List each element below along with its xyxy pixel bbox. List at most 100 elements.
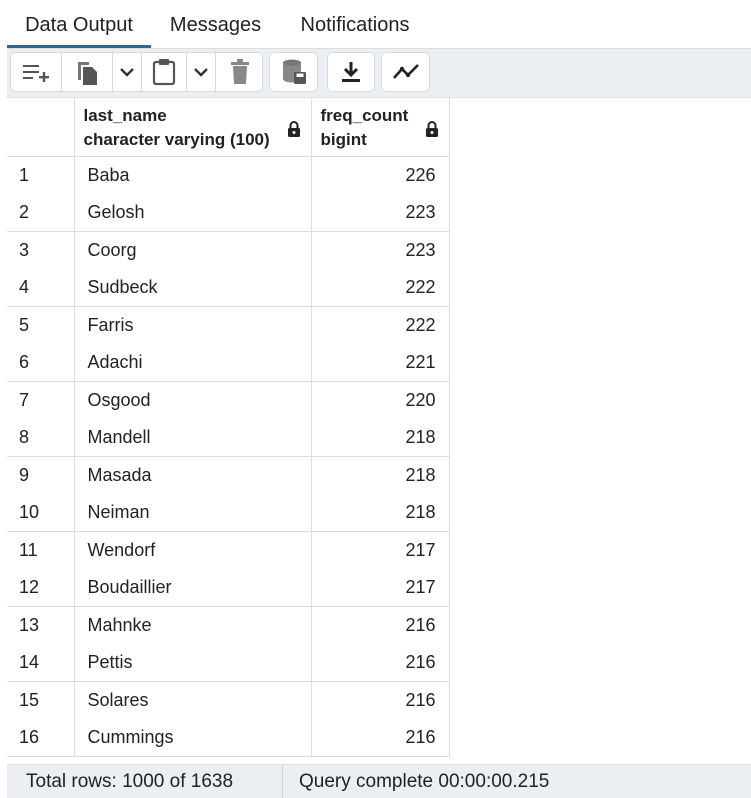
total-rows-text: Total rows: 1000 of 1638 [26, 771, 234, 792]
row-number-cell[interactable]: 13 [7, 606, 75, 644]
row-number-cell[interactable]: 3 [7, 231, 75, 269]
freq-count-cell[interactable]: 218 [311, 456, 450, 494]
row-number-cell[interactable]: 6 [7, 343, 75, 382]
paste-button[interactable] [142, 53, 186, 91]
column-name: freq_count [320, 106, 409, 125]
query-status-text: Query complete 00:00:00.215 [299, 771, 550, 792]
table-row[interactable]: 9 Masada 218 [7, 456, 450, 494]
column-header-freq-count[interactable]: freq_count bigint [311, 98, 450, 157]
status-bar: Total rows: 1000 of 1638 Query complete … [7, 764, 751, 798]
result-table: last_name character varying (100) freq_c… [7, 98, 450, 757]
table-row[interactable]: 11 Wendorf 217 [7, 531, 450, 569]
freq-count-cell[interactable]: 216 [311, 718, 450, 757]
column-type: bigint [320, 130, 367, 149]
freq-count-cell[interactable]: 216 [311, 681, 450, 719]
last-name-cell[interactable]: Solares [74, 681, 312, 719]
copy-button[interactable] [62, 53, 112, 91]
tab-notifications[interactable]: Notifications [287, 0, 423, 48]
chevron-down-icon [120, 68, 134, 77]
freq-count-cell[interactable]: 216 [311, 606, 450, 644]
last-name-cell[interactable]: Adachi [74, 343, 312, 382]
table-row[interactable]: 1 Baba 226 [7, 156, 450, 194]
tab-messages[interactable]: Messages [157, 0, 274, 48]
download-button[interactable] [327, 52, 375, 92]
row-number-cell[interactable]: 1 [7, 156, 75, 194]
row-number-cell[interactable]: 5 [7, 306, 75, 344]
last-name-cell[interactable]: Mandell [74, 418, 312, 457]
freq-count-cell[interactable]: 222 [311, 306, 450, 344]
table-row[interactable]: 8 Mandell 218 [7, 418, 450, 457]
table-row[interactable]: 15 Solares 216 [7, 681, 450, 719]
freq-count-cell[interactable]: 221 [311, 343, 450, 382]
freq-count-cell[interactable]: 218 [311, 418, 450, 457]
save-data-icon [282, 59, 306, 84]
graph-visualiser-button[interactable] [381, 52, 430, 92]
freq-count-cell[interactable]: 216 [311, 643, 450, 682]
data-toolbar [7, 49, 751, 98]
freq-count-cell[interactable]: 226 [311, 156, 450, 194]
table-row[interactable]: 13 Mahnke 216 [7, 606, 450, 644]
last-name-cell[interactable]: Coorg [74, 231, 312, 269]
freq-count-cell[interactable]: 217 [311, 531, 450, 569]
row-number-cell[interactable]: 15 [7, 681, 75, 719]
add-row-button[interactable] [11, 53, 61, 91]
freq-count-cell[interactable]: 218 [311, 493, 450, 532]
table-row[interactable]: 5 Farris 222 [7, 306, 450, 344]
freq-count-cell[interactable]: 223 [311, 193, 450, 232]
column-header-last-name[interactable]: last_name character varying (100) [74, 98, 312, 157]
table-row[interactable]: 4 Sudbeck 222 [7, 268, 450, 307]
delete-button[interactable] [216, 53, 263, 91]
last-name-cell[interactable]: Gelosh [74, 193, 312, 232]
last-name-cell[interactable]: Pettis [74, 643, 312, 682]
last-name-cell[interactable]: Mahnke [74, 606, 312, 644]
freq-count-cell[interactable]: 220 [311, 381, 450, 419]
copy-icon [78, 62, 97, 85]
table-row[interactable]: 12 Boudaillier 217 [7, 568, 450, 607]
last-name-cell[interactable]: Boudaillier [74, 568, 312, 607]
column-name: last_name [83, 106, 167, 125]
column-type: character varying (100) [83, 130, 270, 149]
row-number-cell[interactable]: 12 [7, 568, 75, 607]
tab-data-output[interactable]: Data Output [7, 0, 151, 48]
row-number-cell[interactable]: 14 [7, 643, 75, 682]
table-row[interactable]: 10 Neiman 218 [7, 493, 450, 532]
save-data-button[interactable] [269, 52, 318, 92]
last-name-cell[interactable]: Osgood [74, 381, 312, 419]
lock-icon [425, 121, 438, 137]
row-number-cell[interactable]: 7 [7, 381, 75, 419]
row-number-cell[interactable]: 10 [7, 493, 75, 532]
lock-icon [287, 121, 300, 137]
copy-options-dropdown[interactable] [113, 53, 141, 91]
result-tabs: Data Output Messages Notifications [7, 0, 751, 49]
chevron-down-icon [194, 68, 208, 77]
row-number-header [7, 98, 75, 157]
row-number-cell[interactable]: 4 [7, 268, 75, 307]
last-name-cell[interactable]: Baba [74, 156, 312, 194]
row-number-cell[interactable]: 2 [7, 193, 75, 232]
edit-button-group [10, 52, 263, 92]
row-number-cell[interactable]: 11 [7, 531, 75, 569]
table-row[interactable]: 7 Osgood 220 [7, 381, 450, 419]
download-icon [342, 62, 360, 82]
last-name-cell[interactable]: Sudbeck [74, 268, 312, 307]
add-row-icon [23, 65, 49, 82]
last-name-cell[interactable]: Cummings [74, 718, 312, 757]
freq-count-cell[interactable]: 222 [311, 268, 450, 307]
table-row[interactable]: 14 Pettis 216 [7, 643, 450, 682]
row-number-cell[interactable]: 8 [7, 418, 75, 457]
freq-count-cell[interactable]: 223 [311, 231, 450, 269]
row-number-cell[interactable]: 16 [7, 718, 75, 757]
table-row[interactable]: 2 Gelosh 223 [7, 193, 450, 232]
last-name-cell[interactable]: Farris [74, 306, 312, 344]
table-row[interactable]: 3 Coorg 223 [7, 231, 450, 269]
last-name-cell[interactable]: Wendorf [74, 531, 312, 569]
table-row[interactable]: 16 Cummings 216 [7, 718, 450, 757]
paste-options-dropdown[interactable] [187, 53, 215, 91]
graph-icon [392, 64, 419, 79]
table-row[interactable]: 6 Adachi 221 [7, 343, 450, 382]
last-name-cell[interactable]: Masada [74, 456, 312, 494]
delete-icon [230, 59, 249, 84]
last-name-cell[interactable]: Neiman [74, 493, 312, 532]
freq-count-cell[interactable]: 217 [311, 568, 450, 607]
row-number-cell[interactable]: 9 [7, 456, 75, 494]
